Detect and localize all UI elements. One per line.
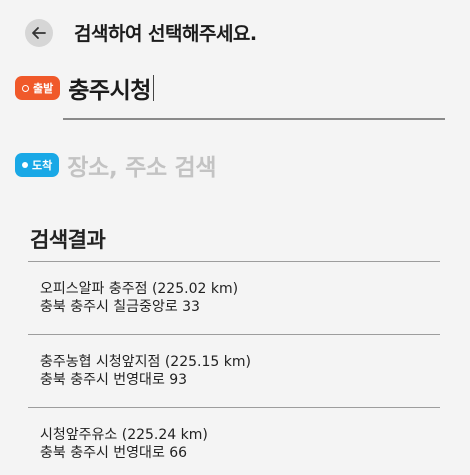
- destination-badge-label: 도착: [32, 159, 53, 172]
- results-title: 검색결과: [30, 228, 106, 252]
- destination-row: 도착 장소, 주소 검색: [15, 148, 217, 182]
- text-caret: [152, 75, 155, 101]
- back-button[interactable]: [25, 19, 53, 47]
- result-item[interactable]: 오피스알파 충주점 (225.02 km) 충북 충주시 칠금중앙로 33: [28, 262, 440, 334]
- result-item[interactable]: 시청앞주유소 (225.24 km) 충북 충주시 번영대로 66: [28, 408, 440, 475]
- origin-badge-label: 출발: [33, 82, 54, 95]
- result-address: 충북 충주시 칠금중앙로 33: [40, 299, 200, 315]
- origin-input-underline: [63, 118, 445, 120]
- result-name: 시청앞주유소 (225.24 km): [40, 427, 208, 443]
- origin-input-value: 충주시청: [68, 78, 151, 104]
- result-address: 충북 충주시 번영대로 66: [40, 445, 188, 461]
- result-name: 충주농협 시청앞지점 (225.15 km): [40, 354, 251, 370]
- origin-badge: 출발: [15, 76, 61, 100]
- destination-dot-icon: [22, 162, 28, 168]
- origin-row: 출발 충주시청: [15, 71, 155, 105]
- result-item[interactable]: 충주농협 시청앞지점 (225.15 km) 충북 충주시 번영대로 93: [28, 335, 440, 407]
- header: 검색하여 선택해주세요.: [0, 0, 470, 64]
- results-list: 오피스알파 충주점 (225.02 km) 충북 충주시 칠금중앙로 33 충주…: [28, 261, 440, 475]
- result-name: 오피스알파 충주점 (225.02 km): [40, 281, 239, 297]
- destination-badge: 도착: [15, 153, 60, 177]
- origin-input[interactable]: 충주시청: [68, 71, 155, 105]
- result-address: 충북 충주시 번영대로 93: [40, 372, 188, 388]
- page-title: 검색하여 선택해주세요.: [74, 23, 257, 45]
- origin-dot-icon: [22, 84, 29, 92]
- destination-input[interactable]: 장소, 주소 검색: [67, 148, 216, 182]
- arrow-left-icon: [32, 27, 46, 39]
